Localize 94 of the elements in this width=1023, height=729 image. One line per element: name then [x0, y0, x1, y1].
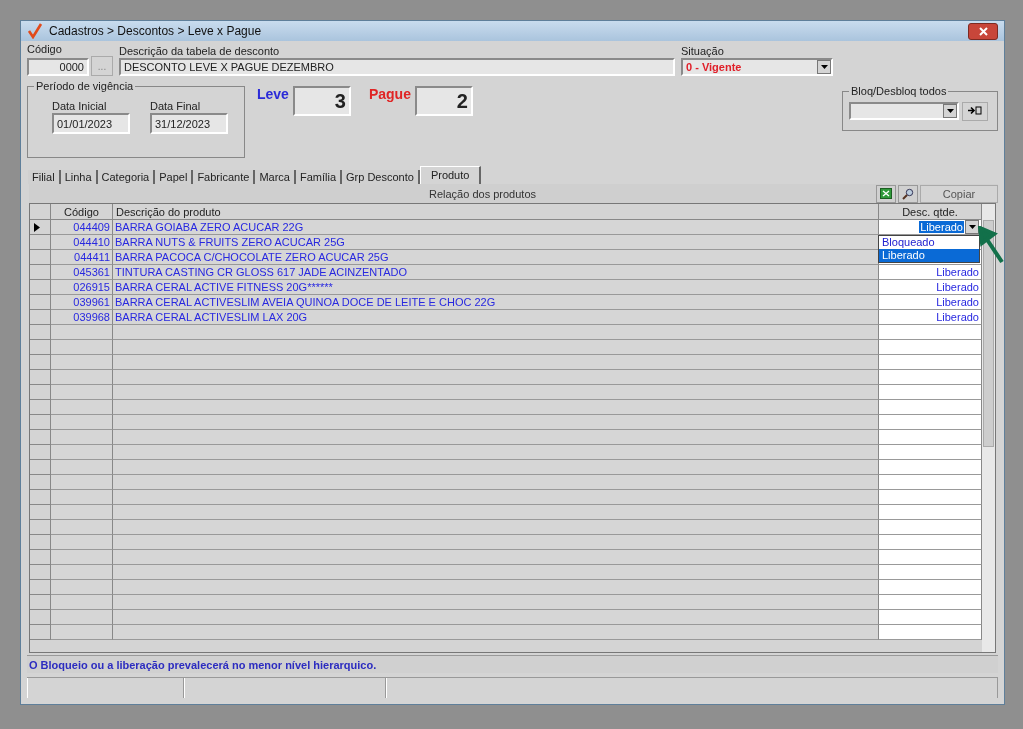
code-field[interactable]: 0000 — [27, 58, 89, 76]
table-cell: 044409 — [51, 220, 113, 235]
table-cell: BARRA CERAL ACTIVESLIM AVEIA QUINOA DOCE DE LEITE E CHOC 22G — [113, 295, 879, 310]
tab[interactable]: Papel — [155, 170, 194, 184]
date-field[interactable]: 01/01/2023 — [52, 113, 130, 134]
description-field[interactable]: DESCONTO LEVE X PAGUE DEZEMBRO — [119, 58, 675, 76]
table-cell — [51, 430, 113, 445]
apply-button[interactable] — [962, 102, 988, 121]
take-field[interactable]: 3 — [292, 86, 351, 116]
scrollbar-thumb[interactable] — [983, 220, 994, 447]
window-title: Cadastros > Descontos > Leve x Pague — [49, 24, 263, 38]
table-cell: TINTURA CASTING CR GLOSS 617 JADE ACINZENTADO — [113, 265, 879, 280]
checkmark-logo-icon — [27, 23, 43, 39]
table-cell — [51, 460, 113, 475]
table-cell: 039961 — [51, 295, 113, 310]
table-cell: 044411 — [51, 250, 113, 265]
tab[interactable]: Linha — [60, 170, 98, 184]
tab[interactable]: Filial — [28, 170, 61, 184]
table-cell: 039968 — [51, 310, 113, 325]
pointer-arrow-icon — [978, 226, 1006, 264]
table-cell — [51, 445, 113, 460]
column-header: Descrição do produto — [113, 204, 879, 220]
dropdown-button[interactable] — [817, 60, 831, 74]
table-cell: BARRA NUTS & FRUITS ZERO ACUCAR 25G — [113, 235, 879, 250]
table-cell — [51, 595, 113, 610]
date-field[interactable]: 31/12/2023 — [150, 113, 228, 134]
table-cell: BARRA GOIABA ZERO ACUCAR 22G — [113, 220, 879, 235]
spreadsheet-button[interactable] — [876, 184, 896, 203]
search-icon — [902, 187, 914, 200]
grid-caption: Relação dos produtos — [428, 187, 537, 200]
group-title: Bloq/Desbloq todos — [849, 85, 949, 97]
caret-icon — [946, 109, 954, 113]
table-cell — [51, 340, 113, 355]
table-cell — [51, 355, 113, 370]
tab[interactable]: Produto — [419, 166, 482, 184]
table-cell — [51, 475, 113, 490]
table-cell — [51, 400, 113, 415]
table-cell — [51, 415, 113, 430]
cell-edit-value[interactable]: Liberado — [919, 221, 964, 233]
close-icon — [978, 26, 988, 36]
table-cell: 026915 — [51, 280, 113, 295]
field-label: Situação — [681, 45, 725, 57]
table-cell — [51, 610, 113, 625]
table-cell — [51, 550, 113, 565]
take-label: Leve — [257, 86, 289, 102]
table-cell — [51, 580, 113, 595]
scrollbar[interactable] — [982, 204, 995, 652]
tab[interactable]: Família — [295, 170, 342, 184]
table-cell: 045361 — [51, 265, 113, 280]
tab[interactable]: Grp Desconto — [342, 170, 420, 184]
table-cell — [51, 520, 113, 535]
search-button[interactable] — [898, 184, 918, 203]
table-cell: Liberado — [879, 280, 982, 295]
status-select[interactable]: 0 - Vigente — [681, 58, 833, 76]
pay-label: Pague — [368, 86, 411, 102]
table-cell: 044410 — [51, 235, 113, 250]
table-cell — [51, 325, 113, 340]
group-title: Período de vigência — [34, 80, 136, 92]
table-cell: Liberado — [879, 265, 982, 280]
row-indicator[interactable] — [30, 220, 51, 235]
tab[interactable]: Categoria — [97, 170, 156, 184]
field-label: Data Inicial — [52, 100, 108, 112]
dropdown-button[interactable] — [965, 220, 979, 234]
dropdown-button[interactable] — [943, 104, 957, 118]
table-cell: Liberado — [879, 295, 982, 310]
tab[interactable]: Marca — [255, 170, 296, 184]
tab[interactable]: Fabricante — [193, 170, 256, 184]
column-header: Desc. qtde. — [879, 204, 982, 220]
column-header: Código — [51, 204, 113, 220]
field-label: Descrição da tabela de desconto — [119, 45, 281, 57]
table-cell: BARRA CERAL ACTIVE FITNESS 20G****** — [113, 280, 879, 295]
spreadsheet-icon — [880, 188, 892, 199]
enter-arrow-icon — [968, 106, 982, 115]
caret-icon — [968, 225, 976, 229]
caret-icon — [820, 65, 828, 69]
table-cell: Liberado — [879, 310, 982, 325]
table-cell — [51, 505, 113, 520]
close-button[interactable] — [968, 22, 998, 40]
current-row-icon — [34, 222, 40, 232]
table-cell: BARRA PACOCA C/CHOCOLATE ZERO ACUCAR 25G — [113, 250, 879, 265]
pay-field[interactable]: 2 — [414, 86, 473, 116]
table-cell — [51, 535, 113, 550]
table-cell — [51, 490, 113, 505]
table-cell: BARRA CERAL ACTIVESLIM LAX 20G — [113, 310, 879, 325]
dropdown-option[interactable]: Liberado — [879, 249, 979, 262]
table-cell — [51, 625, 113, 640]
table-cell — [51, 370, 113, 385]
field-label: Data Final — [150, 100, 202, 112]
table-cell — [51, 565, 113, 580]
copy-button[interactable]: Copiar — [920, 184, 998, 203]
field-label: Código — [27, 43, 63, 55]
table-cell — [51, 385, 113, 400]
block-select[interactable] — [849, 102, 959, 120]
hint-text: O Bloqueio ou a liberação prevalecerá no menor nível hierarquico. — [29, 658, 377, 671]
